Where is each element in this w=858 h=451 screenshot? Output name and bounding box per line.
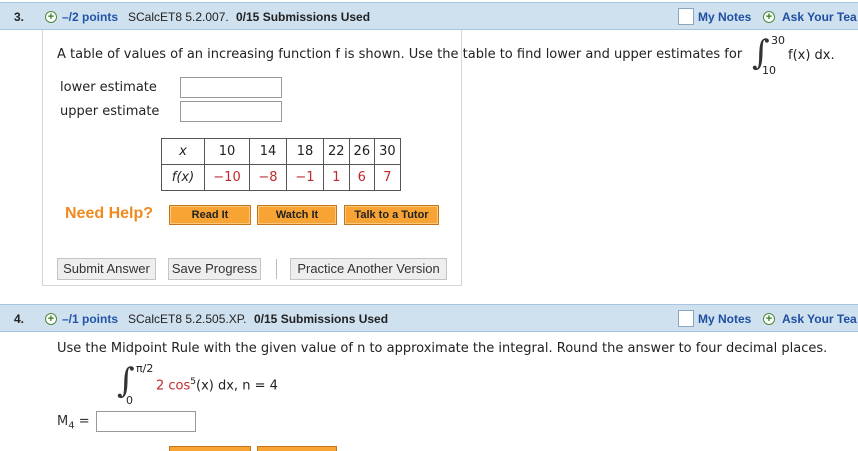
integrand-coefficient: 2 cos [156, 378, 191, 394]
my-notes-link[interactable]: My Notes [698, 10, 751, 24]
question-number: 4. [14, 312, 25, 326]
integral-lower-limit: 0 [126, 394, 133, 407]
table-cell: 7 [374, 164, 401, 191]
question-text: A table of values of an increasing funct… [57, 47, 743, 62]
table-cell: −10 [204, 164, 250, 191]
ask-teacher-plus-icon[interactable]: + [763, 313, 775, 325]
table-cell: 14 [249, 138, 287, 165]
ask-teacher-link[interactable]: Ask Your Tea [782, 10, 857, 24]
midpoint-equals: = [78, 414, 90, 429]
table-cell: 1 [323, 164, 350, 191]
table-row-x: x 10 14 18 22 26 30 [161, 138, 401, 165]
integrand-rest: (x) dx, n = 4 [196, 378, 278, 394]
midpoint-subscript: 4 [68, 420, 75, 432]
lower-estimate-input[interactable] [180, 77, 282, 98]
integral-lower-limit: 10 [762, 64, 776, 77]
question-text: Use the Midpoint Rule with the given val… [57, 341, 828, 356]
need-help-label: Need Help? [65, 205, 154, 222]
question-3-header: 3. + –/2 points SCalcET8 5.2.007. 0/15 S… [0, 2, 858, 30]
table-cell: −8 [249, 164, 287, 191]
lower-estimate-label: lower estimate [60, 80, 157, 95]
watch-it-button-partial[interactable] [257, 446, 337, 451]
assignment-id: SCalcET8 5.2.007. [128, 10, 229, 24]
watch-it-button[interactable]: Watch It [257, 205, 337, 225]
table-cell: −1 [286, 164, 324, 191]
upper-estimate-input[interactable] [180, 101, 282, 122]
integrand: 2 cos5(x) dx, n = 4 [156, 377, 278, 393]
read-it-button-partial[interactable] [169, 446, 251, 451]
ask-teacher-link[interactable]: Ask Your Tea [782, 312, 857, 326]
submit-answer-button[interactable]: Submit Answer [57, 258, 156, 280]
table-cell: 10 [204, 138, 250, 165]
points-label: –/1 points [62, 312, 119, 326]
question-number: 3. [14, 10, 25, 24]
expand-plus-icon[interactable]: + [45, 313, 57, 325]
table-row-fx: f(x) −10 −8 −1 1 6 7 [161, 164, 401, 191]
integral-upper-limit: π/2 [136, 362, 154, 375]
submissions-count: 0/15 Submissions Used [236, 10, 371, 24]
table-header-fx: f(x) [161, 164, 205, 191]
expand-plus-icon[interactable]: + [45, 11, 57, 23]
values-table: x 10 14 18 22 26 30 f(x) −10 −8 −1 1 6 7 [161, 138, 401, 191]
midpoint-m: M [57, 414, 69, 429]
integral-upper-limit: 30 [771, 34, 785, 47]
question-4-header: 4. + –/1 points SCalcET8 5.2.505.XP. 0/1… [0, 304, 858, 332]
assignment-id: SCalcET8 5.2.505.XP. [128, 312, 247, 326]
points-label: –/2 points [62, 10, 119, 24]
my-notes-link[interactable]: My Notes [698, 312, 751, 326]
read-it-button[interactable]: Read It [169, 205, 251, 225]
table-cell: 18 [286, 138, 324, 165]
midpoint-answer-input[interactable] [96, 411, 196, 432]
midpoint-label: M4 = [57, 414, 90, 432]
table-header-x: x [161, 138, 205, 165]
notes-checkbox-icon[interactable] [678, 310, 694, 327]
table-cell: 22 [323, 138, 350, 165]
notes-checkbox-icon[interactable] [678, 8, 694, 25]
button-divider [276, 259, 277, 279]
integrand: f(x) dx. [788, 48, 835, 63]
table-cell: 30 [374, 138, 401, 165]
integral-sign-icon: ∫ [117, 361, 135, 401]
save-progress-button[interactable]: Save Progress [168, 258, 261, 280]
talk-to-tutor-button[interactable]: Talk to a Tutor [344, 205, 439, 225]
upper-estimate-label: upper estimate [60, 104, 160, 119]
submissions-count: 0/15 Submissions Used [254, 312, 389, 326]
practice-another-version-button[interactable]: Practice Another Version [290, 258, 447, 280]
table-cell: 26 [348, 138, 376, 165]
table-cell: 6 [348, 164, 376, 191]
ask-teacher-plus-icon[interactable]: + [763, 11, 775, 23]
